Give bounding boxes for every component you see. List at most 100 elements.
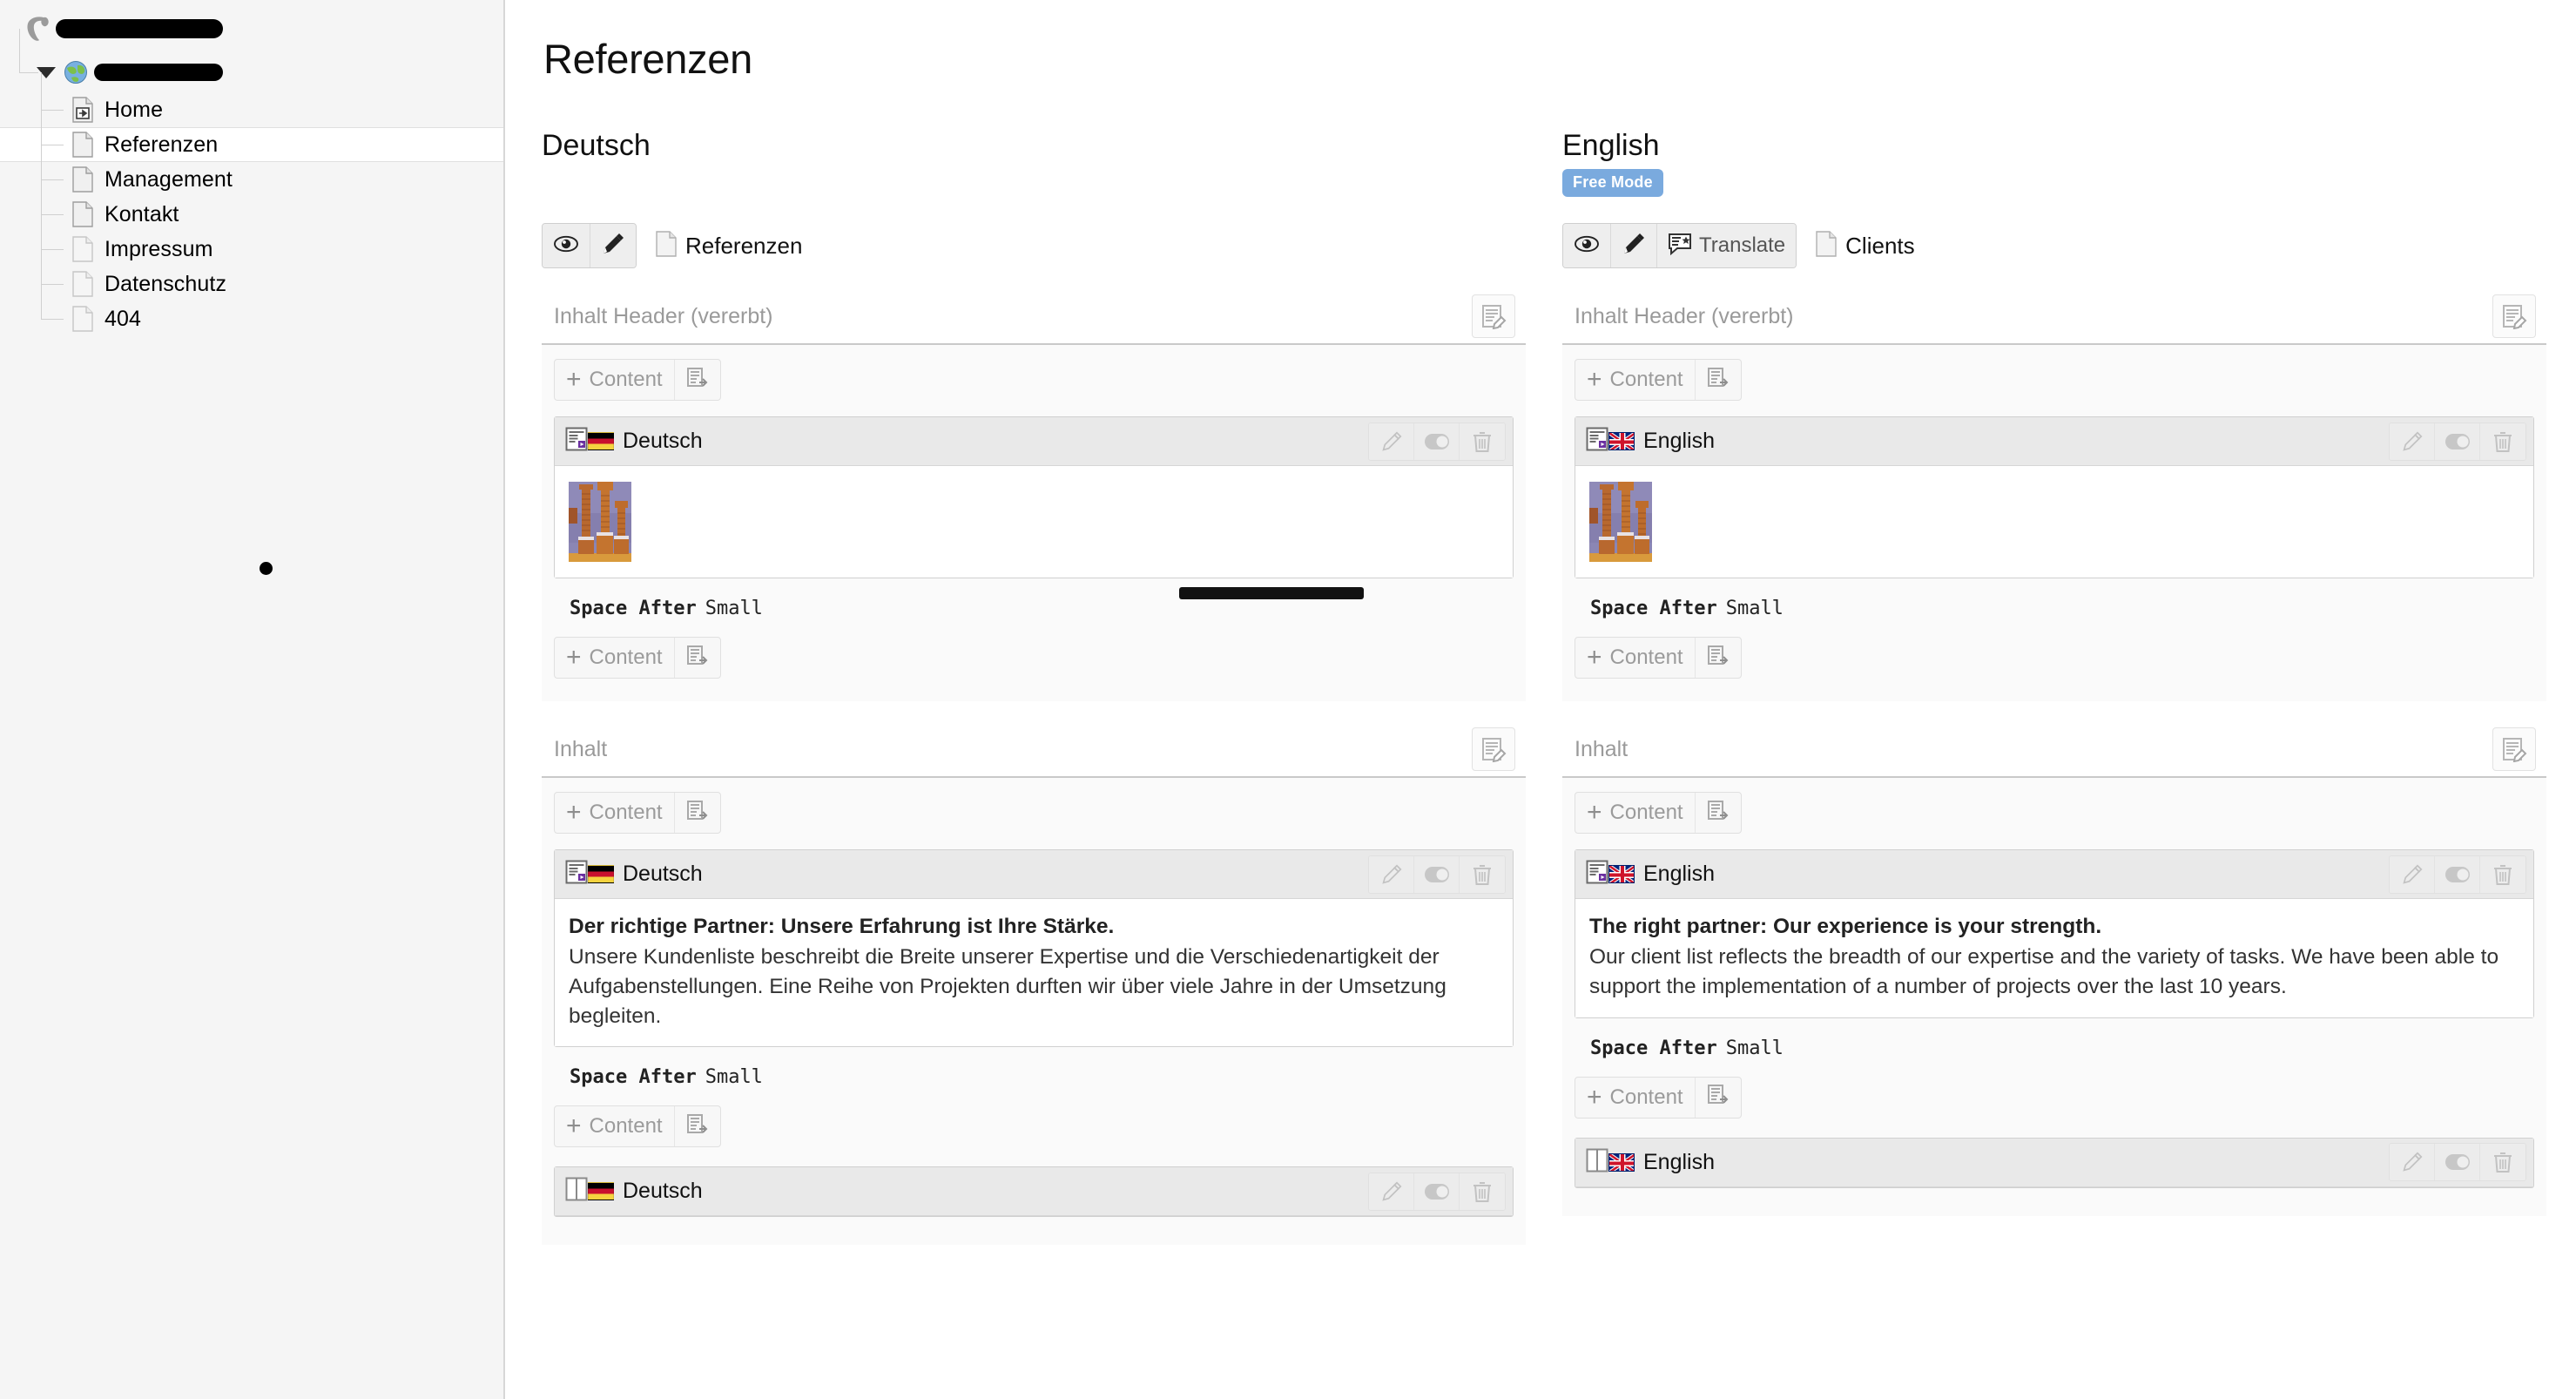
- sidebar-item-datenschutz[interactable]: Datenschutz: [0, 249, 503, 301]
- content-element[interactable]: Deutsch: [554, 1166, 1514, 1218]
- content-media-icon: [565, 427, 588, 456]
- content-element-language: English: [1643, 1149, 1715, 1174]
- add-content-main[interactable]: + Content: [555, 1106, 675, 1147]
- column-section-body: + Content: [1562, 343, 2546, 701]
- delete-content-button[interactable]: [2480, 855, 2525, 893]
- edit-content-button[interactable]: [2390, 422, 2435, 460]
- edit-page-button[interactable]: [1611, 224, 1657, 267]
- translate-button[interactable]: Translate: [1657, 224, 1797, 267]
- page-tree-sidebar[interactable]: Home Referenzen Management Kontakt Impre…: [0, 0, 505, 1399]
- plus-icon: +: [1587, 798, 1602, 827]
- sidebar-item-label: Impressum: [105, 236, 213, 261]
- tree-toggle-icon[interactable]: [31, 57, 61, 87]
- content-wizard-icon: [686, 1113, 709, 1140]
- add-content-main[interactable]: + Content: [1575, 638, 1696, 678]
- content-wizard-icon: [1707, 800, 1730, 827]
- content-element[interactable]: English: [1575, 416, 2534, 578]
- add-content-label: Content: [1609, 801, 1683, 824]
- sidebar-item-home[interactable]: Home: [0, 75, 503, 127]
- add-content-button-bottom[interactable]: + Content: [1575, 1076, 1742, 1119]
- page-icon: [1816, 230, 1837, 261]
- edit-content-button[interactable]: [1369, 1173, 1414, 1210]
- view-page-button[interactable]: [1563, 224, 1611, 267]
- add-content-main[interactable]: + Content: [1575, 793, 1696, 833]
- add-content-wizard[interactable]: [1696, 638, 1741, 678]
- add-content-wizard[interactable]: [675, 793, 720, 833]
- add-content-button-top[interactable]: + Content: [554, 792, 721, 834]
- delete-content-button[interactable]: [1460, 855, 1505, 893]
- content-element-language: English: [1643, 429, 1715, 453]
- content-element[interactable]: Deutsch: [554, 416, 1514, 578]
- edit-column-icon[interactable]: [2492, 294, 2536, 338]
- add-content-button-bottom[interactable]: + Content: [554, 1105, 721, 1148]
- space-after-value: Small: [1725, 1037, 1784, 1059]
- content-element-language: Deutsch: [623, 429, 703, 453]
- content-element[interactable]: Deutsch: [554, 849, 1514, 1048]
- content-element-header: English: [1575, 1138, 2533, 1187]
- toggle-visibility-button[interactable]: [1414, 1173, 1460, 1210]
- content-element-language: English: [1643, 862, 1715, 886]
- column-section-body: + Content: [542, 343, 1526, 701]
- sidebar-item-404[interactable]: 404: [0, 284, 503, 336]
- edit-column-icon[interactable]: [1472, 727, 1515, 771]
- add-content-button-top[interactable]: + Content: [554, 359, 721, 401]
- content-image-thumbnail: [1589, 482, 1652, 562]
- toggle-visibility-button[interactable]: [2435, 422, 2480, 460]
- space-after-info: Space After Small: [1590, 1037, 2534, 1059]
- add-content-main[interactable]: + Content: [555, 638, 675, 678]
- add-content-main[interactable]: + Content: [555, 793, 675, 833]
- add-content-button-bottom[interactable]: + Content: [1575, 637, 1742, 679]
- add-content-button-bottom[interactable]: + Content: [554, 637, 721, 679]
- content-wizard-icon: [686, 367, 709, 394]
- delete-content-button[interactable]: [2480, 422, 2525, 460]
- typo3-backend: Home Referenzen Management Kontakt Impre…: [0, 0, 2576, 1399]
- sidebar-item-kontakt[interactable]: Kontakt: [0, 179, 503, 232]
- add-content-label: Content: [589, 801, 663, 824]
- column-section-inhalt-de: Inhalt + Content Deutsch Der richtige Pa…: [542, 722, 1526, 1246]
- add-content-wizard[interactable]: [1696, 793, 1741, 833]
- delete-content-button[interactable]: [1460, 422, 1505, 460]
- edit-column-icon[interactable]: [2492, 727, 2536, 771]
- toggle-visibility-button[interactable]: [2435, 855, 2480, 893]
- edit-content-button[interactable]: [2390, 855, 2435, 893]
- add-content-wizard[interactable]: [1696, 360, 1741, 400]
- add-content-label: Content: [589, 1114, 663, 1139]
- translate-icon: [1668, 233, 1692, 260]
- add-content-wizard[interactable]: [675, 1106, 720, 1146]
- content-headline: Der richtige Partner: Unsere Erfahrung i…: [569, 915, 1115, 938]
- tree-row-root[interactable]: [0, 5, 503, 64]
- add-content-wizard[interactable]: [675, 638, 720, 678]
- content-element[interactable]: English: [1575, 849, 2534, 1018]
- toggle-visibility-button[interactable]: [1414, 855, 1460, 893]
- content-element[interactable]: English: [1575, 1137, 2534, 1188]
- add-content-main[interactable]: + Content: [1575, 360, 1696, 400]
- add-content-main[interactable]: + Content: [1575, 1077, 1696, 1118]
- plus-icon: +: [566, 365, 582, 394]
- add-content-button-top[interactable]: + Content: [1575, 359, 1742, 401]
- edit-page-button[interactable]: [590, 224, 636, 267]
- toggle-visibility-button[interactable]: [1414, 422, 1460, 460]
- toggle-visibility-button[interactable]: [2435, 1144, 2480, 1181]
- column-section-title: Inhalt Header (vererbt): [1575, 303, 1794, 328]
- column-section-header: Inhalt: [1562, 722, 2546, 776]
- add-content-button-top[interactable]: + Content: [1575, 792, 1742, 834]
- edit-column-icon[interactable]: [1472, 294, 1515, 338]
- sidebar-item-impressum[interactable]: Impressum: [0, 214, 503, 267]
- plus-icon: +: [1587, 643, 1602, 672]
- add-content-wizard[interactable]: [1696, 1078, 1741, 1118]
- add-content-main[interactable]: + Content: [555, 360, 675, 400]
- column-section-title: Inhalt: [554, 736, 608, 761]
- delete-content-button[interactable]: [1460, 1173, 1505, 1210]
- sidebar-item-referenzen[interactable]: Referenzen: [0, 125, 503, 165]
- language-toolbar-deutsch: Referenzen: [542, 223, 1526, 268]
- sidebar-item-management[interactable]: Management: [0, 145, 503, 197]
- edit-content-button[interactable]: [1369, 855, 1414, 893]
- tree-row-site[interactable]: [0, 35, 503, 108]
- add-content-wizard[interactable]: [675, 360, 720, 400]
- edit-content-button[interactable]: [1369, 422, 1414, 460]
- view-page-button[interactable]: [543, 224, 590, 267]
- delete-content-button[interactable]: [2480, 1144, 2525, 1181]
- sidebar-item-label: 404: [105, 306, 142, 331]
- content-element-body: [555, 466, 1513, 578]
- edit-content-button[interactable]: [2390, 1144, 2435, 1181]
